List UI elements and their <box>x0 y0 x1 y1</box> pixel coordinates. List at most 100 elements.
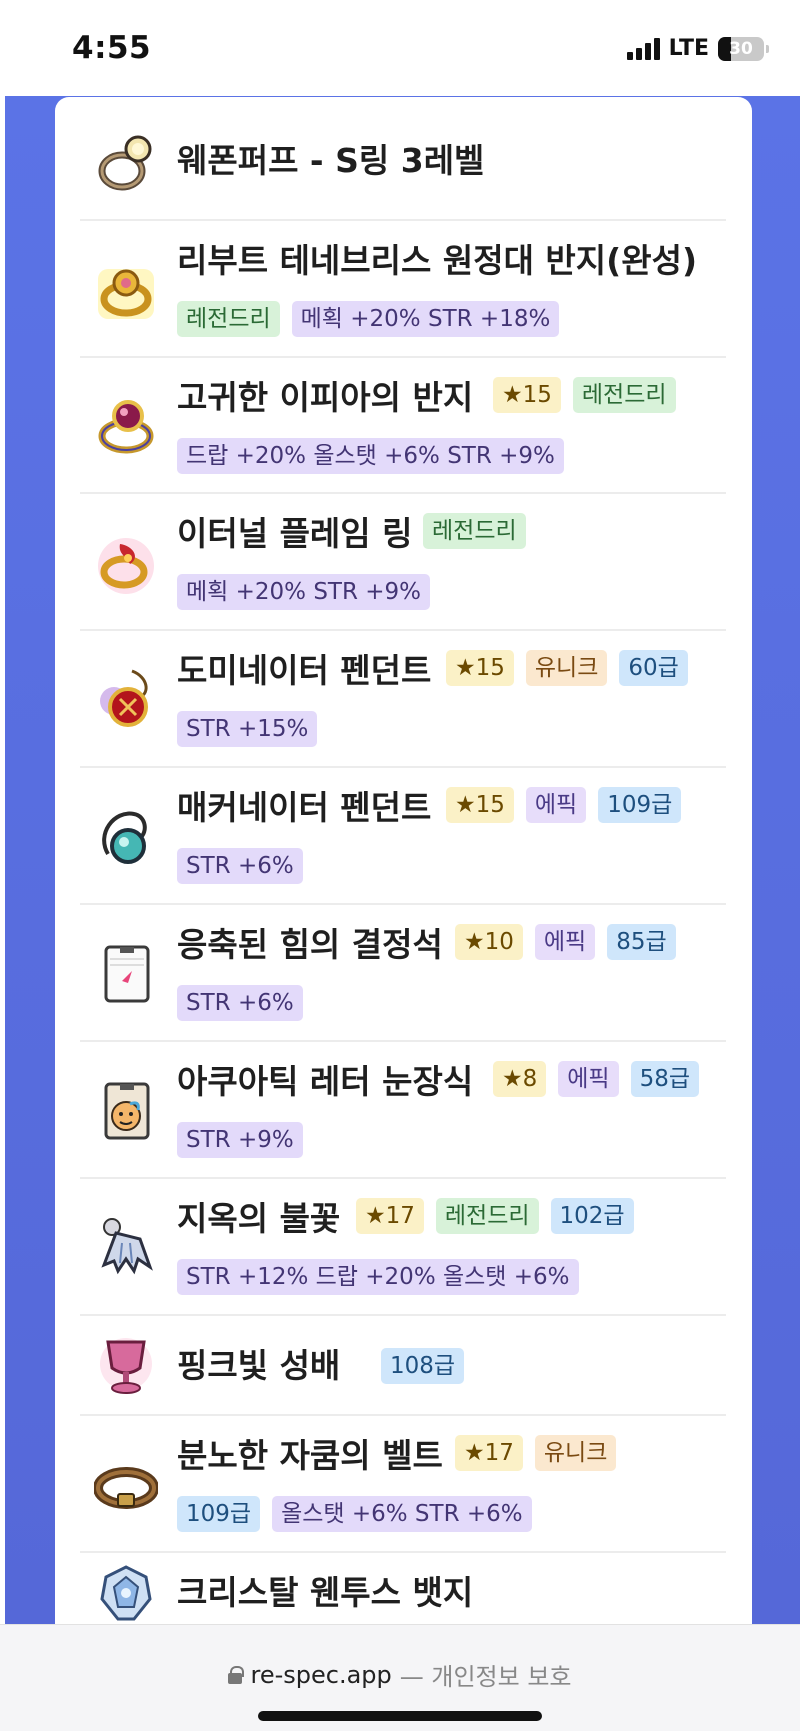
battery-icon: 30 <box>718 36 769 61</box>
level-badge: 102급 <box>550 1198 634 1234</box>
star-badge: ★17 <box>356 1198 424 1234</box>
item-badges: ★10 에픽 85급 <box>455 924 676 960</box>
item-options: STR +6% <box>177 848 303 884</box>
list-item[interactable]: 매커네이터 펜던트 ★15 에픽 109급 STR +6% <box>80 768 726 905</box>
option-badge: STR +6% <box>177 848 303 884</box>
list-item[interactable]: 핑크빛 성배 108급 <box>80 1316 726 1416</box>
item-name: 지옥의 불꽃 <box>177 1199 341 1238</box>
item-badges: 레전드리 <box>423 513 526 549</box>
item-name: 크리스탈 웬투스 뱃지 <box>177 1573 474 1612</box>
level-badge: 109급 <box>177 1496 261 1532</box>
option-badge: STR +9% <box>177 1122 303 1158</box>
lock-icon <box>228 1665 245 1684</box>
star-badge: ★17 <box>455 1435 523 1471</box>
zakum-belt-icon <box>94 1467 158 1509</box>
home-indicator[interactable] <box>258 1711 542 1721</box>
item-options: STR +9% <box>177 1122 303 1158</box>
grade-badge: 유니크 <box>525 650 608 686</box>
status-indicators: LTE 30 <box>626 36 769 61</box>
gold-ring-icon <box>98 269 154 319</box>
crystal-badge-icon <box>100 1565 152 1621</box>
list-item[interactable]: 지옥의 불꽃 ★17 레전드리 102급 STR +12% 드랍 +20% 올스… <box>80 1179 726 1316</box>
aquatic-letter-icon <box>104 1082 150 1140</box>
item-name: 아쿠아틱 레터 눈장식 <box>177 1062 474 1101</box>
pink-chalice-icon <box>100 1338 152 1394</box>
status-time: 4:55 <box>72 30 152 66</box>
grade-badge: 레전드리 <box>435 1198 539 1234</box>
address-bar[interactable]: re-spec.app — 개인정보 보호 <box>0 1657 800 1692</box>
star-badge: ★15 <box>446 650 514 686</box>
list-item[interactable]: 아쿠아틱 레터 눈장식 ★8 에픽 58급 STR +9% <box>80 1042 726 1179</box>
star-badge: ★15 <box>446 787 514 823</box>
list-item[interactable]: 크리스탈 웬투스 뱃지 <box>80 1553 726 1624</box>
option-badge: 메획 +20% STR +18% <box>291 301 560 337</box>
option-badge: STR +15% <box>177 711 318 747</box>
list-item[interactable]: 응축된 힘의 결정석 ★10 에픽 85급 STR +6% <box>80 905 726 1042</box>
option-badge: 메획 +20% STR +9% <box>177 574 431 610</box>
mechanator-pendant-icon <box>102 811 147 864</box>
item-badges: 108급 <box>381 1348 465 1384</box>
item-options: 109급 올스탯 +6% STR +6% <box>177 1496 532 1532</box>
item-name: 리부트 테네브리스 원정대 반지(완성) <box>177 241 698 280</box>
grade-badge: 레전드리 <box>177 301 280 337</box>
equipment-list: 웨폰퍼프 - S링 3레벨 리부트 테네브리스 원정대 반지(완성) 레전드리 … <box>55 97 752 1624</box>
privacy-label: — 개인정보 보호 <box>399 1663 572 1691</box>
grade-badge: 에픽 <box>558 1061 619 1097</box>
item-badges: ★17 유니크 <box>455 1435 617 1471</box>
item-name: 핑크빛 성배 <box>177 1346 341 1385</box>
item-badges: ★15 에픽 109급 <box>446 787 682 823</box>
item-name: 웨폰퍼프 - S링 3레벨 <box>177 141 485 180</box>
item-name: 응축된 힘의 결정석 <box>177 925 443 964</box>
option-badge: 올스탯 +6% STR +6% <box>272 1496 532 1532</box>
ring-icon <box>98 135 152 191</box>
level-badge: 58급 <box>630 1061 700 1097</box>
grade-badge: 에픽 <box>534 924 596 960</box>
list-item[interactable]: 고귀한 이피아의 반지 ★15 레전드리 드랍 +20% 올스탯 +6% STR… <box>80 358 726 494</box>
hell-flame-icon <box>101 1218 153 1275</box>
flame-ring-icon <box>98 538 154 594</box>
item-options: 드랍 +20% 올스탯 +6% STR +9% <box>177 438 564 474</box>
item-options: STR +6% <box>177 985 303 1021</box>
option-badge: STR +6% <box>177 985 303 1021</box>
item-badges: ★15 레전드리 <box>493 377 676 413</box>
grade-badge: 레전드리 <box>572 377 676 413</box>
grade-badge: 레전드리 <box>423 513 526 549</box>
status-bar: 4:55 LTE 30 <box>0 0 800 96</box>
level-badge: 60급 <box>619 650 688 686</box>
network-label: LTE <box>668 36 709 61</box>
item-options: STR +15% <box>177 711 318 747</box>
crystal-pocket-icon <box>104 945 150 1003</box>
item-name: 매커네이터 펜던트 <box>177 788 432 827</box>
signal-icon <box>626 37 660 60</box>
item-badges: ★15 유니크 60급 <box>446 650 688 686</box>
star-badge: ★15 <box>493 377 561 413</box>
item-name: 분노한 자쿰의 벨트 <box>177 1436 443 1475</box>
ifia-ring-icon <box>98 400 154 454</box>
item-badges: ★8 에픽 58급 <box>493 1061 700 1097</box>
item-badges: 레전드리 메획 +20% STR +18% <box>177 301 560 337</box>
star-badge: ★10 <box>455 924 523 960</box>
star-badge: ★8 <box>493 1061 547 1097</box>
item-options: STR +12% 드랍 +20% 올스탯 +6% <box>177 1259 579 1295</box>
item-options: 메획 +20% STR +9% <box>177 574 431 610</box>
list-item[interactable]: 분노한 자쿰의 벨트 ★17 유니크 109급 올스탯 +6% STR +6% <box>80 1416 726 1553</box>
list-item[interactable]: 이터널 플레임 링 레전드리 메획 +20% STR +9% <box>80 494 726 631</box>
option-badge: STR +12% 드랍 +20% 올스탯 +6% <box>177 1259 579 1295</box>
dominator-pendant-icon <box>100 669 148 727</box>
item-name: 고귀한 이피아의 반지 <box>177 378 474 417</box>
option-badge: 드랍 +20% 올스탯 +6% STR +9% <box>177 438 564 474</box>
list-item[interactable]: 웨폰퍼프 - S링 3레벨 <box>80 97 726 221</box>
list-item[interactable]: 리부트 테네브리스 원정대 반지(완성) 레전드리 메획 +20% STR +1… <box>80 221 726 358</box>
level-badge: 108급 <box>381 1348 465 1384</box>
browser-bottom-bar: re-spec.app — 개인정보 보호 <box>0 1624 800 1731</box>
list-item[interactable]: 도미네이터 펜던트 ★15 유니크 60급 STR +15% <box>80 631 726 768</box>
battery-level: 30 <box>729 38 753 59</box>
item-badges: ★17 레전드리 102급 <box>356 1198 634 1234</box>
level-badge: 109급 <box>598 787 682 823</box>
item-name: 이터널 플레임 링 <box>177 514 413 553</box>
grade-badge: 에픽 <box>525 787 587 823</box>
item-name: 도미네이터 펜던트 <box>177 651 432 690</box>
url-text: re-spec.app <box>250 1660 392 1689</box>
grade-badge: 유니크 <box>534 1435 617 1471</box>
level-badge: 85급 <box>607 924 676 960</box>
